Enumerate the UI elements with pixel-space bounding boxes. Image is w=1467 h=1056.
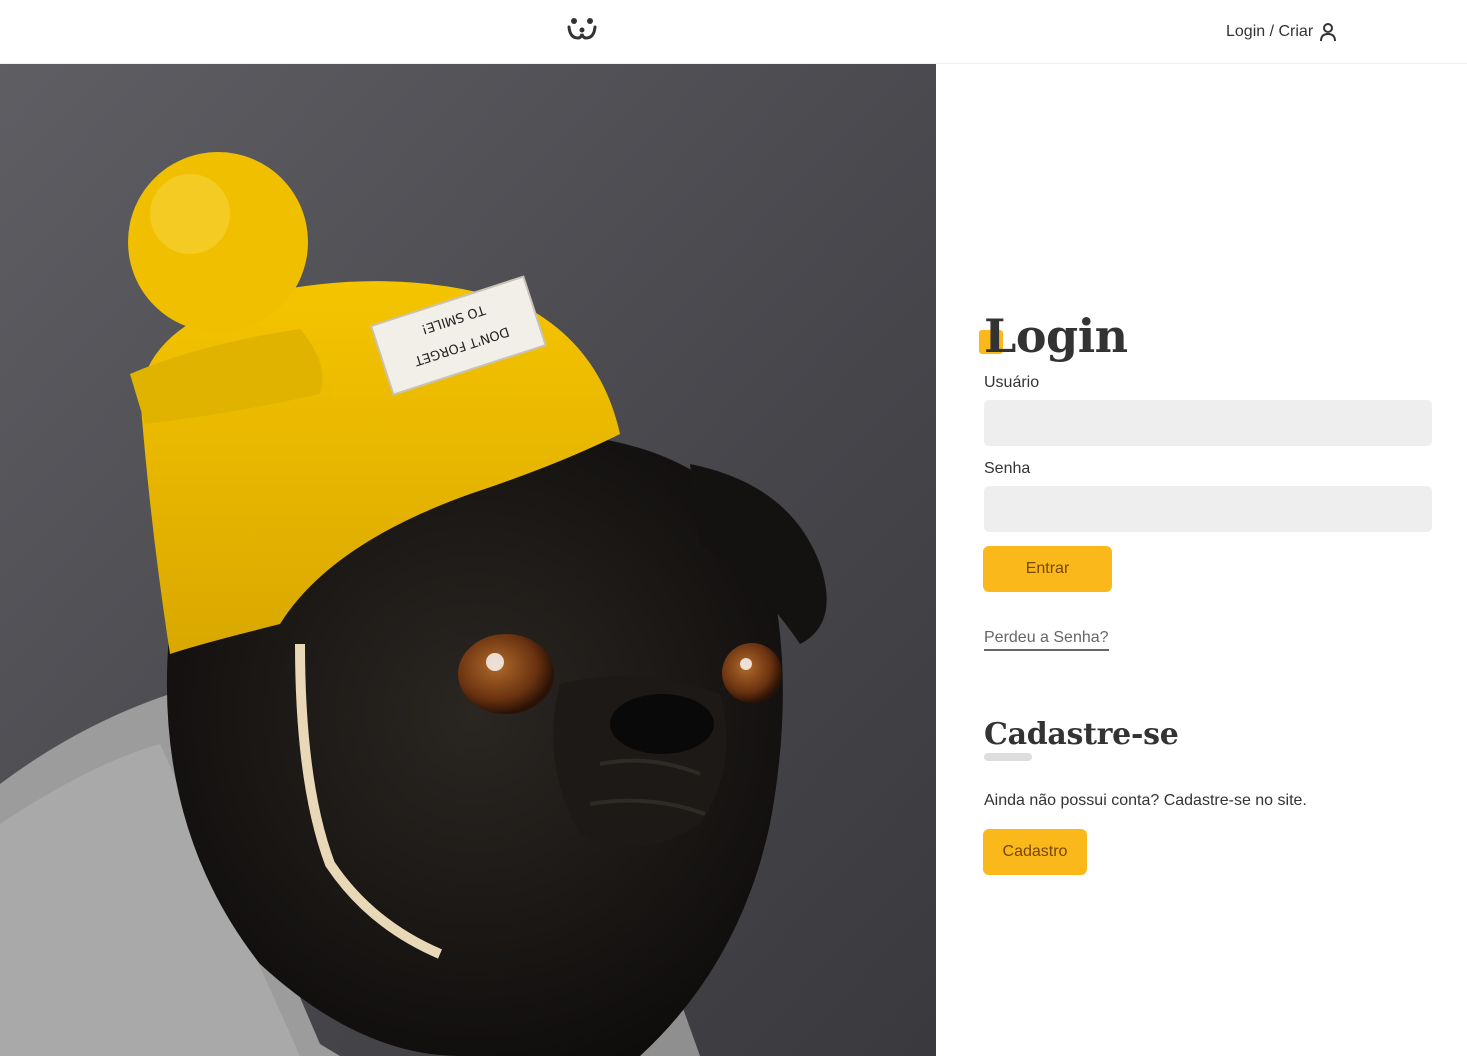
signup-button[interactable]: Cadastro (984, 830, 1086, 874)
login-submit-button[interactable]: Entrar (984, 547, 1111, 591)
subtitle-underline (984, 753, 1032, 761)
password-label: Senha (984, 460, 1031, 477)
username-input[interactable] (984, 400, 1432, 446)
dog-logo-icon[interactable] (566, 16, 598, 44)
hero-dog-image: DON'T FORGET TO SMILE! (0, 64, 936, 1056)
signup-description: Ainda não possui conta? Cadastre-se no s… (984, 792, 1307, 809)
username-label: Usuário (984, 374, 1040, 391)
user-icon (1319, 22, 1337, 42)
login-title: Login (984, 309, 1128, 363)
login-create-link[interactable]: Login / Criar (1226, 21, 1337, 43)
signup-title: Cadastre-se (984, 717, 1179, 752)
lost-password-link[interactable]: Perdeu a Senha? (984, 629, 1109, 651)
auth-panel: Login Usuário Senha Entrar Perdeu a Senh… (936, 64, 1467, 1056)
site-header: Login / Criar (0, 0, 1467, 64)
password-input[interactable] (984, 486, 1432, 532)
login-create-label: Login / Criar (1226, 23, 1314, 40)
